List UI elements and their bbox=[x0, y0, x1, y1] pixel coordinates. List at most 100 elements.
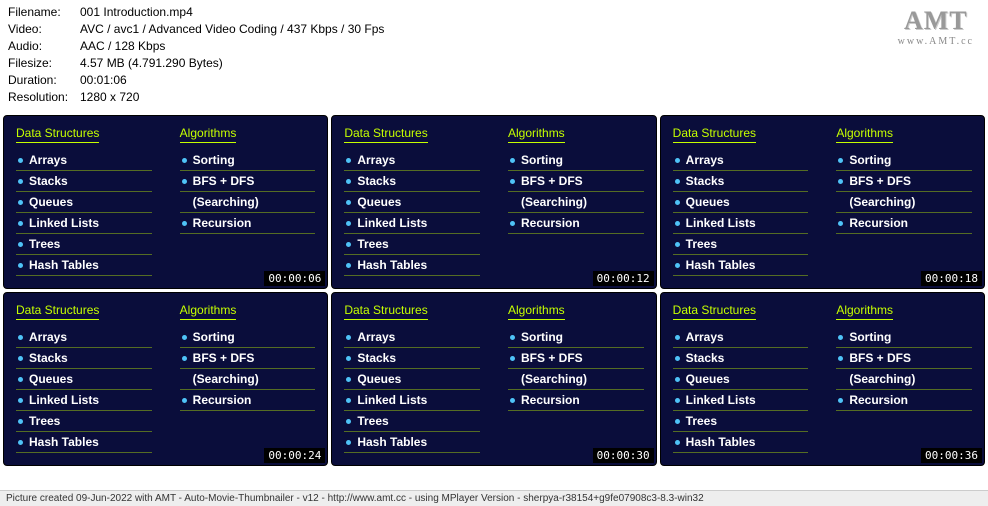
value-duration: 00:01:06 bbox=[80, 72, 127, 89]
algorithms-header: Algorithms bbox=[836, 126, 893, 143]
list-item: Queues bbox=[16, 369, 152, 390]
bullet-icon bbox=[346, 200, 351, 205]
bullet-icon bbox=[346, 440, 351, 445]
bullet-icon bbox=[838, 356, 843, 361]
thumbnail-6: Data Structures ArraysStacksQueuesLinked… bbox=[660, 292, 985, 466]
list-item: Linked Lists bbox=[673, 390, 809, 411]
bullet-icon bbox=[346, 398, 351, 403]
bullet-icon bbox=[838, 179, 843, 184]
list-item: Hash Tables bbox=[673, 432, 809, 453]
list-item: Arrays bbox=[16, 150, 152, 171]
list-item: BFS + DFS bbox=[180, 348, 316, 369]
list-item: (Searching) bbox=[836, 369, 972, 390]
bullet-icon bbox=[182, 356, 187, 361]
bullet-icon bbox=[182, 221, 187, 226]
list-item: Arrays bbox=[344, 327, 480, 348]
bullet-icon bbox=[18, 356, 23, 361]
label-filesize: Filesize: bbox=[8, 55, 80, 72]
timestamp: 00:00:24 bbox=[264, 448, 325, 463]
bullet-icon bbox=[675, 398, 680, 403]
bullet-icon bbox=[182, 398, 187, 403]
footer-text: Picture created 09-Jun-2022 with AMT - A… bbox=[0, 490, 988, 506]
list-item: Trees bbox=[16, 411, 152, 432]
bullet-icon bbox=[838, 398, 843, 403]
list-item: Stacks bbox=[344, 348, 480, 369]
list-item: (Searching) bbox=[508, 192, 644, 213]
bullet-icon bbox=[18, 200, 23, 205]
thumbnail-grid: Data Structures ArraysStacksQueuesLinked… bbox=[0, 112, 988, 469]
bullet-icon bbox=[510, 158, 515, 163]
list-item: BFS + DFS bbox=[836, 171, 972, 192]
bullet-icon bbox=[510, 356, 515, 361]
bullet-icon bbox=[346, 242, 351, 247]
bullet-icon bbox=[510, 335, 515, 340]
bullet-icon bbox=[346, 419, 351, 424]
timestamp: 00:00:30 bbox=[593, 448, 654, 463]
thumbnail-2: Data Structures ArraysStacksQueuesLinked… bbox=[331, 115, 656, 289]
list-item: Stacks bbox=[344, 171, 480, 192]
list-item: Recursion bbox=[836, 390, 972, 411]
bullet-icon bbox=[675, 356, 680, 361]
bullet-icon bbox=[346, 335, 351, 340]
list-item: Queues bbox=[344, 192, 480, 213]
list-item: (Searching) bbox=[180, 369, 316, 390]
algorithms-header: Algorithms bbox=[180, 303, 237, 320]
list-item: Recursion bbox=[508, 390, 644, 411]
list-item: Trees bbox=[673, 234, 809, 255]
list-item: (Searching) bbox=[180, 192, 316, 213]
thumbnail-3: Data Structures ArraysStacksQueuesLinked… bbox=[660, 115, 985, 289]
bullet-icon bbox=[182, 179, 187, 184]
list-item: Sorting bbox=[508, 327, 644, 348]
list-item: Recursion bbox=[180, 390, 316, 411]
timestamp: 00:00:06 bbox=[264, 271, 325, 286]
data-structures-header: Data Structures bbox=[344, 126, 427, 143]
bullet-icon bbox=[18, 335, 23, 340]
list-item: Queues bbox=[344, 369, 480, 390]
list-item: Linked Lists bbox=[16, 213, 152, 234]
list-item: Hash Tables bbox=[16, 432, 152, 453]
list-item: Hash Tables bbox=[16, 255, 152, 276]
bullet-icon bbox=[838, 221, 843, 226]
bullet-icon bbox=[18, 377, 23, 382]
bullet-icon bbox=[675, 440, 680, 445]
bullet-icon bbox=[18, 263, 23, 268]
list-item: Queues bbox=[16, 192, 152, 213]
list-item: Trees bbox=[673, 411, 809, 432]
bullet-icon bbox=[18, 158, 23, 163]
list-item: Hash Tables bbox=[344, 255, 480, 276]
list-item: Linked Lists bbox=[344, 213, 480, 234]
algorithms-header: Algorithms bbox=[180, 126, 237, 143]
bullet-icon bbox=[838, 335, 843, 340]
list-item: Arrays bbox=[673, 327, 809, 348]
data-structures-header: Data Structures bbox=[16, 303, 99, 320]
logo-text: AMT bbox=[898, 6, 974, 36]
list-item: BFS + DFS bbox=[508, 348, 644, 369]
bullet-icon bbox=[18, 398, 23, 403]
timestamp: 00:00:12 bbox=[593, 271, 654, 286]
bullet-icon bbox=[675, 335, 680, 340]
timestamp: 00:00:36 bbox=[921, 448, 982, 463]
data-structures-header: Data Structures bbox=[673, 126, 756, 143]
data-structures-header: Data Structures bbox=[673, 303, 756, 320]
bullet-icon bbox=[18, 440, 23, 445]
list-item: Sorting bbox=[180, 150, 316, 171]
value-filesize: 4.57 MB (4.791.290 Bytes) bbox=[80, 55, 223, 72]
bullet-icon bbox=[346, 221, 351, 226]
label-resolution: Resolution: bbox=[8, 89, 80, 106]
list-item: Linked Lists bbox=[16, 390, 152, 411]
bullet-icon bbox=[346, 158, 351, 163]
timestamp: 00:00:18 bbox=[921, 271, 982, 286]
file-metadata: Filename:001 Introduction.mp4 Video:AVC … bbox=[0, 0, 988, 112]
thumbnail-1: Data Structures ArraysStacksQueuesLinked… bbox=[3, 115, 328, 289]
list-item: Hash Tables bbox=[673, 255, 809, 276]
list-item: Sorting bbox=[836, 150, 972, 171]
list-item: Arrays bbox=[344, 150, 480, 171]
bullet-icon bbox=[675, 377, 680, 382]
bullet-icon bbox=[510, 179, 515, 184]
algorithms-header: Algorithms bbox=[508, 303, 565, 320]
thumbnail-4: Data Structures ArraysStacksQueuesLinked… bbox=[3, 292, 328, 466]
list-item: BFS + DFS bbox=[180, 171, 316, 192]
list-item: BFS + DFS bbox=[836, 348, 972, 369]
list-item: Recursion bbox=[836, 213, 972, 234]
list-item: Linked Lists bbox=[673, 213, 809, 234]
